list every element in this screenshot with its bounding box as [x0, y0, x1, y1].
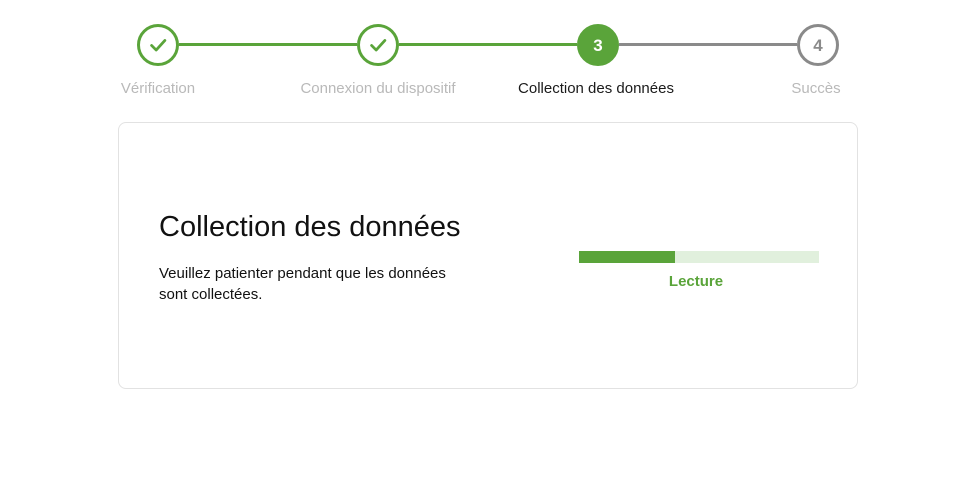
card-title: Collection des données	[159, 211, 461, 243]
step-3-label: Collection des données	[518, 80, 674, 97]
progress-stepper: 3 4 Vérification Connexion du dispositif…	[0, 0, 975, 110]
step-connector-1-2	[179, 43, 357, 46]
step-4-number: 4	[813, 35, 823, 55]
step-2-circle	[357, 24, 399, 66]
step-1-label: Vérification	[120, 80, 196, 97]
step-2-label: Connexion du dispositif	[300, 80, 456, 97]
check-icon	[370, 39, 387, 52]
card-description: Veuillez patienter pendant que les donné…	[159, 265, 446, 303]
data-collection-card: Collection des données Veuillez patiente…	[118, 122, 858, 389]
step-connector-2-3	[399, 43, 577, 46]
step-4-circle: 4	[797, 24, 839, 66]
progress-status-label: Lecture	[668, 273, 724, 290]
reading-progress-bar	[579, 251, 819, 263]
step-1-circle	[137, 24, 179, 66]
reading-progress-fill	[579, 251, 675, 263]
step-4-label: Succès	[791, 80, 841, 97]
check-icon	[150, 39, 167, 52]
step-connector-3-4	[619, 43, 797, 46]
step-3-circle: 3	[577, 24, 619, 66]
step-3-number: 3	[593, 35, 603, 55]
